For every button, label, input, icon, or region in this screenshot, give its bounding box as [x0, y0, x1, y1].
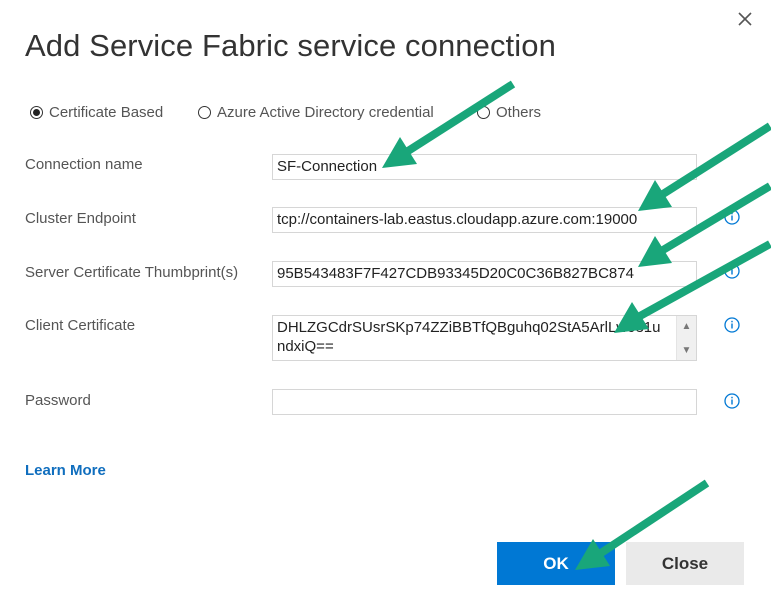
client-certificate-label: Client Certificate [25, 317, 136, 334]
annotation-arrows [382, 80, 771, 570]
info-icon[interactable] [724, 393, 740, 409]
client-certificate-value: DHLZGCdrSUsrSKp74ZZiBBTfQBguhq02StA5ArlL… [277, 319, 661, 355]
connection-name-input[interactable]: SF-Connection [272, 154, 697, 180]
radio-label: Certificate Based [49, 104, 164, 121]
close-button[interactable]: Close [626, 542, 744, 585]
server-thumbprint-label: Server Certificate Thumbprint(s) [25, 264, 239, 281]
close-icon[interactable] [734, 8, 756, 30]
radio-certificate-based[interactable]: Certificate Based [30, 104, 163, 121]
chevron-up-icon[interactable]: ▲ [677, 316, 696, 336]
info-icon[interactable] [724, 209, 740, 225]
radio-unchecked-icon [477, 106, 490, 119]
client-certificate-textarea[interactable]: DHLZGCdrSUsrSKp74ZZiBBTfQBguhq02StA5ArlL… [272, 315, 697, 361]
radio-others[interactable]: Others [477, 104, 541, 121]
radio-label: Others [496, 104, 542, 121]
info-icon[interactable] [724, 263, 740, 279]
ok-button[interactable]: OK [497, 542, 615, 585]
connection-name-label: Connection name [25, 156, 143, 173]
radio-azure-ad-credential[interactable]: Azure Active Directory credential [198, 104, 434, 121]
add-service-connection-dialog: Add Service Fabric service connection Ce… [0, 0, 771, 600]
cluster-endpoint-label: Cluster Endpoint [25, 210, 136, 227]
info-icon[interactable] [724, 317, 740, 333]
textarea-scrollbar[interactable]: ▲ ▼ [676, 316, 696, 360]
chevron-down-icon[interactable]: ▼ [677, 340, 696, 360]
server-thumbprint-input[interactable]: 95B543483F7F427CDB93345D20C0C36B827BC874 [272, 261, 697, 287]
password-label: Password [25, 392, 91, 409]
learn-more-link[interactable]: Learn More [25, 462, 106, 479]
password-input[interactable] [272, 389, 697, 415]
radio-unchecked-icon [198, 106, 211, 119]
radio-checked-icon [30, 106, 43, 119]
dialog-title: Add Service Fabric service connection [25, 28, 556, 63]
radio-label: Azure Active Directory credential [217, 104, 434, 121]
cluster-endpoint-input[interactable]: tcp://containers-lab.eastus.cloudapp.azu… [272, 207, 697, 233]
